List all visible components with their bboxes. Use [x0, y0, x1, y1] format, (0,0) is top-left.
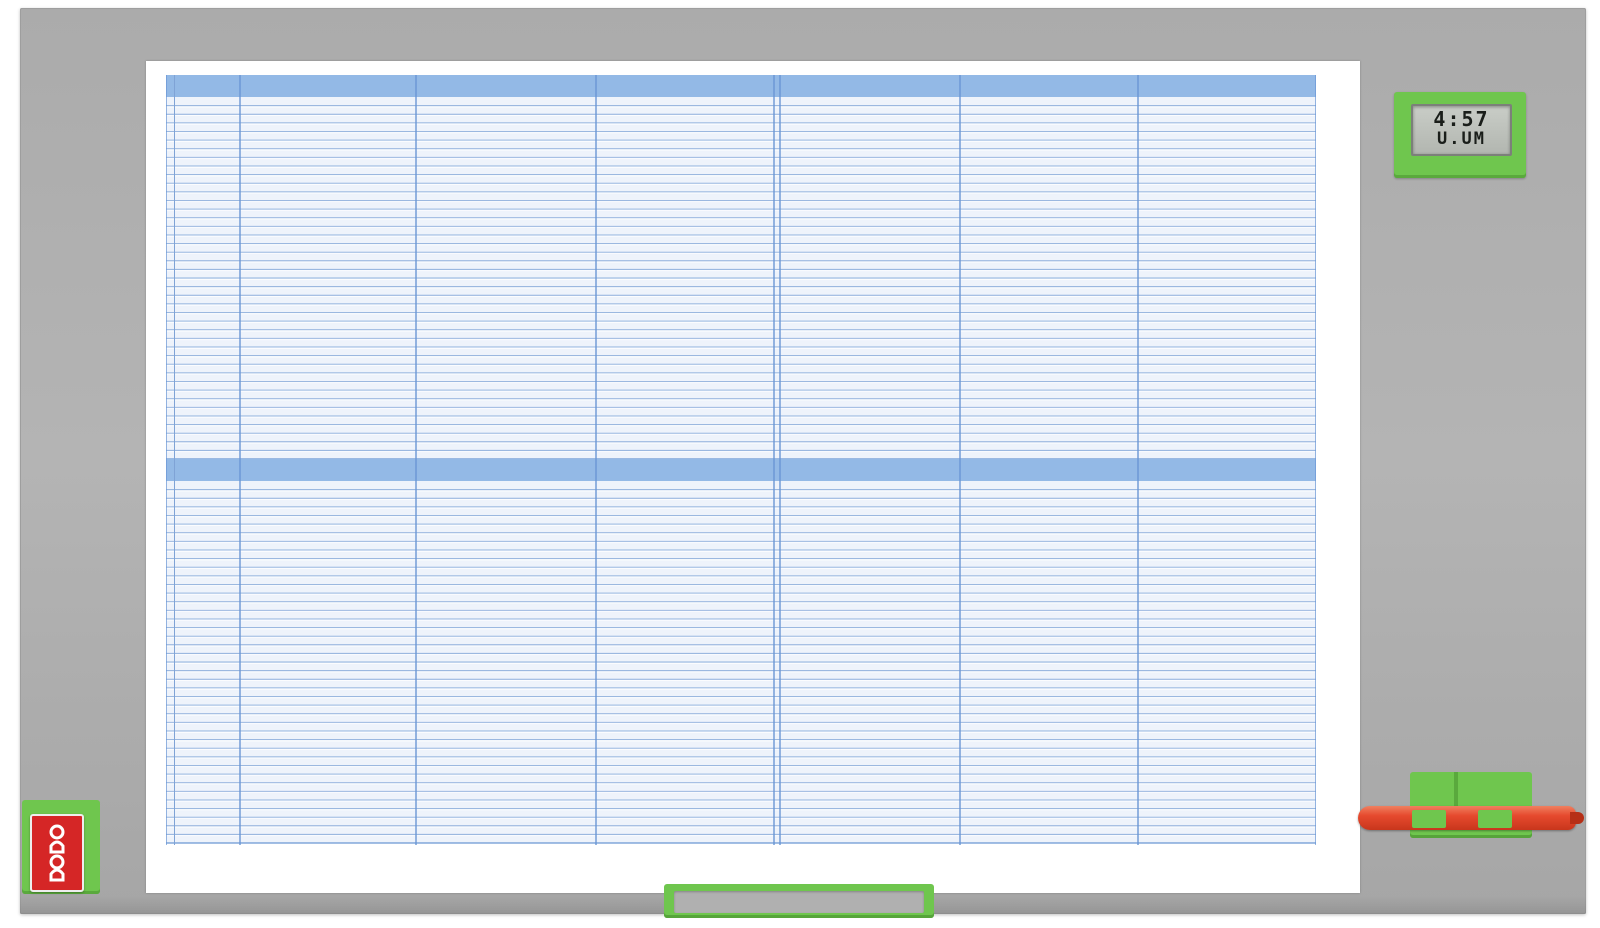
grid-section-header [166, 459, 1316, 481]
grid-left-subcolumn [174, 75, 175, 845]
tray-handle-grip [674, 891, 924, 913]
grid-section-header [166, 75, 1316, 97]
clock-time-text: 4:57 [1433, 107, 1490, 131]
marker-pen-icon[interactable] [1358, 806, 1584, 830]
marker-band-right [1478, 810, 1512, 828]
logo-holder [22, 800, 100, 894]
marker-tip [1570, 812, 1584, 824]
marker-holder [1352, 760, 1584, 840]
clock-date-text: U.UM [1437, 129, 1486, 149]
digital-clock-icon: 4:57 U.UM [1394, 92, 1526, 178]
tray-handle-icon[interactable] [664, 884, 934, 918]
marker-band-left [1412, 810, 1446, 828]
clock-display: 4:57 U.UM [1411, 104, 1512, 156]
nobo-logo-icon [30, 814, 84, 892]
marker-clip-divider [1454, 772, 1458, 808]
planner-grid [166, 75, 1316, 845]
planner-grid-lines [166, 75, 1316, 845]
nobo-logo-glyphs [49, 824, 65, 882]
planner-sheet [146, 61, 1360, 893]
